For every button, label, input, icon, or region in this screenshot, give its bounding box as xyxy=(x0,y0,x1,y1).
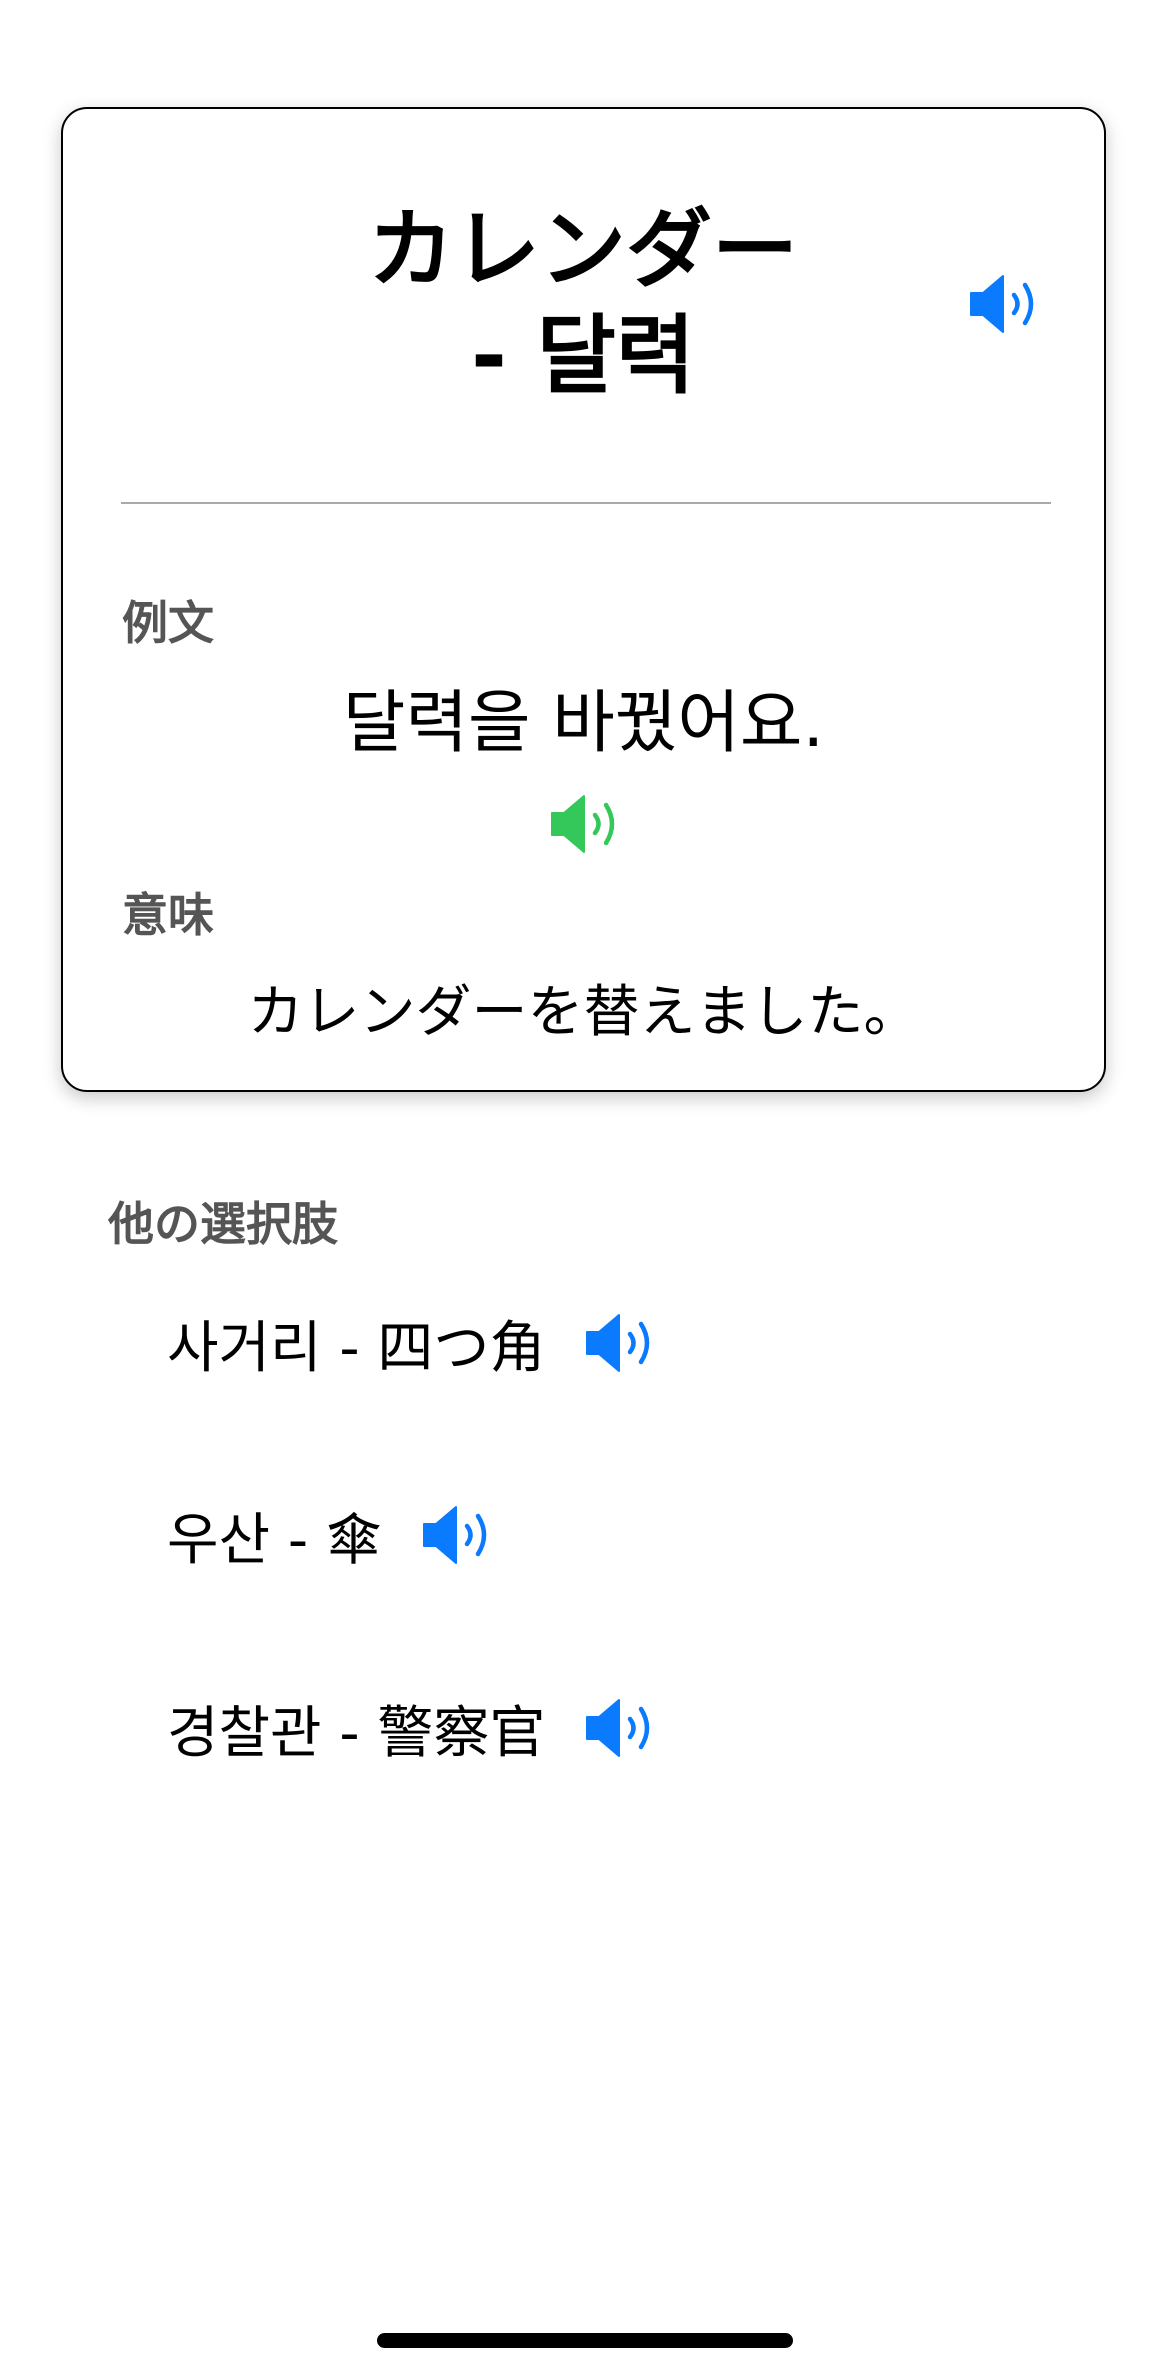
meaning-label: 意味 xyxy=(122,888,214,942)
speaker-icon[interactable] xyxy=(550,793,626,855)
card-title: カレンダー - 달력 xyxy=(233,197,933,409)
example-sentence: 달력을 바꿨어요. xyxy=(342,684,825,763)
option-text: 사거리 - 四つ角 xyxy=(167,1315,546,1381)
flashcard: カレンダー - 달력 例文 달력을 바꿨어요. 意味 カレンダーを替えました。 xyxy=(61,107,1106,1092)
title-word: カレンダー xyxy=(368,200,798,300)
divider xyxy=(121,502,1051,504)
option-item[interactable]: 우산 - 傘 xyxy=(167,1495,498,1575)
option-text: 우산 - 傘 xyxy=(167,1507,382,1573)
title-translation: - 달력 xyxy=(471,306,695,406)
speaker-icon[interactable] xyxy=(969,273,1045,335)
option-text: 경찰관 - 警察官 xyxy=(167,1700,546,1766)
home-indicator[interactable] xyxy=(377,2333,793,2348)
option-item[interactable]: 경찰관 - 警察官 xyxy=(167,1688,661,1768)
speaker-icon[interactable] xyxy=(585,1312,661,1374)
other-options-label: 他の選択肢 xyxy=(108,1197,338,1251)
speaker-icon[interactable] xyxy=(585,1697,661,1759)
example-label: 例文 xyxy=(122,596,214,650)
option-item[interactable]: 사거리 - 四つ角 xyxy=(167,1303,661,1383)
meaning-sentence: カレンダーを替えました。 xyxy=(247,980,920,1045)
speaker-icon[interactable] xyxy=(422,1504,498,1566)
